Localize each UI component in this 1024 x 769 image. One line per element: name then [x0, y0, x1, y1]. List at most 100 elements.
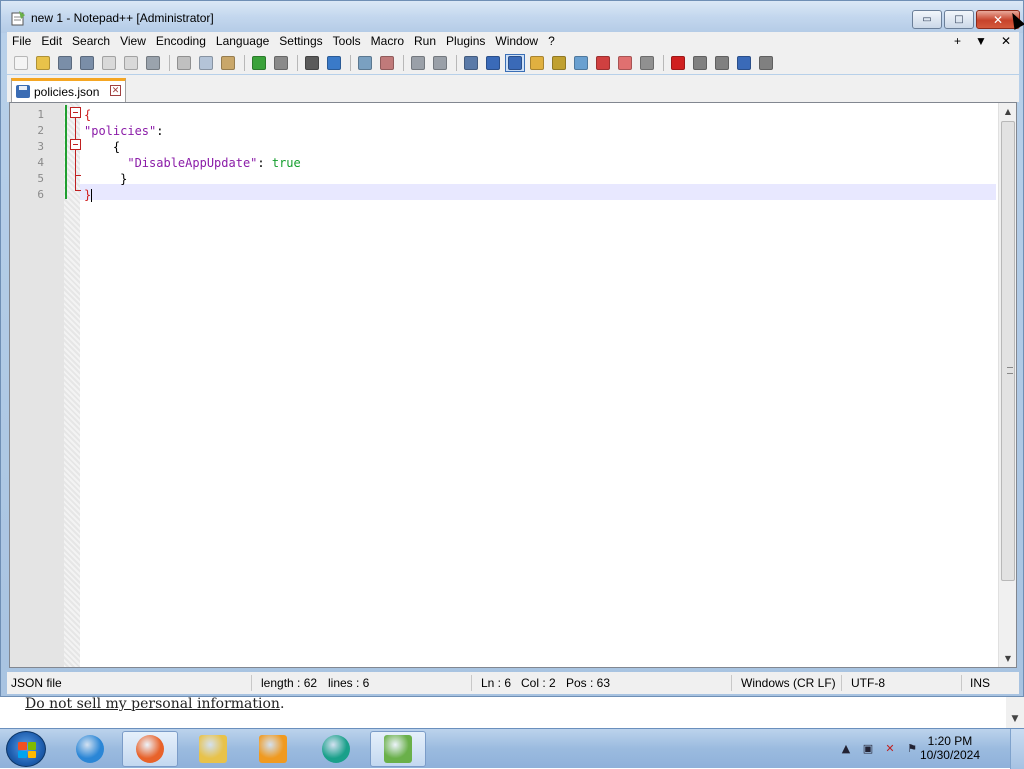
- show-hidden-icons-icon[interactable]: ▲: [839, 742, 853, 756]
- indent-guide-button[interactable]: [505, 53, 525, 72]
- save-macro-button[interactable]: [756, 54, 776, 72]
- menu-item-edit[interactable]: Edit: [36, 32, 67, 51]
- maximize-button[interactable]: □: [944, 10, 974, 29]
- clock[interactable]: 1:20 PM 10/30/2024: [920, 734, 980, 762]
- run-macro-multiple-button[interactable]: [734, 54, 754, 72]
- new-file-button[interactable]: [11, 54, 31, 72]
- paste-button[interactable]: [218, 54, 238, 72]
- close-doc-icon[interactable]: ✕: [1001, 32, 1011, 51]
- toolbar: [7, 51, 1019, 74]
- zoom-in-button[interactable]: [355, 54, 375, 72]
- scroll-thumb[interactable]: [1001, 121, 1015, 581]
- show-all-chars-button[interactable]: [483, 54, 503, 72]
- menu-item-encoding[interactable]: Encoding: [151, 32, 211, 51]
- save-icon: [58, 55, 72, 70]
- taskbar-firefox[interactable]: [122, 731, 178, 767]
- doc-map-button[interactable]: [549, 54, 569, 72]
- status-insert-mode[interactable]: INS: [970, 676, 990, 690]
- user-language-button[interactable]: [527, 54, 547, 72]
- close-icon: [102, 55, 116, 70]
- sync-horizontal-button[interactable]: [430, 54, 450, 72]
- new-tab-icon[interactable]: +: [954, 32, 961, 51]
- function-list-button[interactable]: [571, 54, 591, 72]
- json-key: "policies": [84, 124, 157, 138]
- taskbar-media-player[interactable]: [245, 731, 301, 767]
- show-desktop-button[interactable]: [1010, 729, 1024, 769]
- eye-button[interactable]: [637, 54, 657, 72]
- scroll-down-icon[interactable]: ▼: [999, 650, 1017, 667]
- taskbar-internet-explorer[interactable]: [62, 731, 118, 767]
- print-button[interactable]: [143, 54, 163, 72]
- close-button[interactable]: [99, 54, 119, 72]
- save-all-button[interactable]: [77, 54, 97, 72]
- zoom-out-button[interactable]: [377, 54, 397, 72]
- menu-item-run[interactable]: Run: [409, 32, 441, 51]
- open-file-button[interactable]: [33, 54, 53, 72]
- menu-bar: File Edit Search View Encoding Language Settin…: [7, 32, 1019, 51]
- toolbar-separator: [456, 54, 457, 71]
- background-footer-text: Do not sell my personal information.: [25, 696, 284, 712]
- run-macro-multiple-icon: [737, 55, 751, 70]
- redo-button[interactable]: [271, 54, 291, 72]
- menu-item-language[interactable]: Language: [211, 32, 274, 51]
- taskbar-file-explorer[interactable]: [185, 731, 241, 767]
- play-macro-button[interactable]: [712, 54, 732, 72]
- fold-toggle-icon[interactable]: [70, 139, 81, 150]
- volume-muted-icon[interactable]: ✕: [883, 742, 897, 756]
- code-text[interactable]: {"policies": { "DisableAppUpdate": true …: [84, 107, 301, 203]
- find-icon: [305, 55, 319, 70]
- tab-close-icon[interactable]: ✕: [110, 85, 121, 96]
- monitoring-button[interactable]: [615, 54, 635, 72]
- folder-workspace-icon: [596, 55, 610, 70]
- cut-button[interactable]: [174, 54, 194, 72]
- tab-list-icon[interactable]: ▼: [975, 32, 987, 51]
- menu-item-view[interactable]: View: [115, 32, 151, 51]
- menu-item-plugins[interactable]: Plugins: [441, 32, 490, 51]
- doc-map-icon: [552, 55, 566, 70]
- start-button[interactable]: [6, 731, 46, 767]
- sync-vertical-button[interactable]: [408, 54, 428, 72]
- tab-policies-json[interactable]: policies.json ✕: [11, 78, 126, 102]
- menu-item-macro[interactable]: Macro: [366, 32, 409, 51]
- title-bar[interactable]: new 1 - Notepad++ [Administrator] ▭ □ ✕: [1, 1, 1023, 33]
- menu-item-tools[interactable]: Tools: [328, 32, 366, 51]
- find-button[interactable]: [302, 54, 322, 72]
- save-button[interactable]: [55, 54, 75, 72]
- minimize-button[interactable]: ▭: [912, 10, 942, 29]
- menu-item-settings[interactable]: Settings: [274, 32, 327, 51]
- status-file-type: JSON file: [11, 676, 62, 690]
- action-center-flag-icon[interactable]: ⚑: [905, 742, 919, 756]
- menu-item-window[interactable]: Window: [490, 32, 543, 51]
- copy-button[interactable]: [196, 54, 216, 72]
- menu-item-help[interactable]: ?: [543, 32, 560, 51]
- line-number: 5: [37, 172, 44, 185]
- user-language-icon: [530, 55, 544, 70]
- word-wrap-button[interactable]: [461, 54, 481, 72]
- fold-toggle-icon[interactable]: [70, 107, 81, 118]
- code-line: "DisableAppUpdate": true: [84, 155, 300, 171]
- record-macro-button[interactable]: [668, 54, 688, 72]
- json-punctuation: :: [156, 124, 164, 138]
- scroll-up-icon[interactable]: ▲: [999, 103, 1017, 120]
- taskbar-notepadpp[interactable]: [370, 731, 426, 767]
- status-divider: [961, 675, 962, 691]
- close-all-button[interactable]: [121, 54, 141, 72]
- clock-time: 1:20 PM: [927, 734, 973, 748]
- vertical-scrollbar[interactable]: ▲ ▼: [998, 103, 1016, 667]
- status-eol[interactable]: Windows (CR LF): [741, 676, 836, 690]
- undo-button[interactable]: [249, 54, 269, 72]
- background-scrollbar[interactable]: ▼: [1006, 697, 1024, 728]
- editor[interactable]: 123456 {"policies": { "DisableAppUpdate"…: [9, 102, 1017, 668]
- folder-workspace-button[interactable]: [593, 54, 613, 72]
- toolbar-separator: [244, 54, 245, 71]
- network-icon[interactable]: ▣: [861, 742, 875, 756]
- menu-item-search[interactable]: Search: [67, 32, 115, 51]
- word-wrap-icon: [464, 55, 478, 70]
- taskbar-app[interactable]: [308, 731, 364, 767]
- replace-button[interactable]: [324, 54, 344, 72]
- window-title: new 1 - Notepad++ [Administrator]: [31, 11, 214, 25]
- status-encoding[interactable]: UTF-8: [851, 676, 885, 690]
- stop-record-button[interactable]: [690, 54, 710, 72]
- do-not-sell-link[interactable]: Do not sell my personal information: [25, 696, 280, 712]
- menu-item-file[interactable]: File: [7, 32, 36, 51]
